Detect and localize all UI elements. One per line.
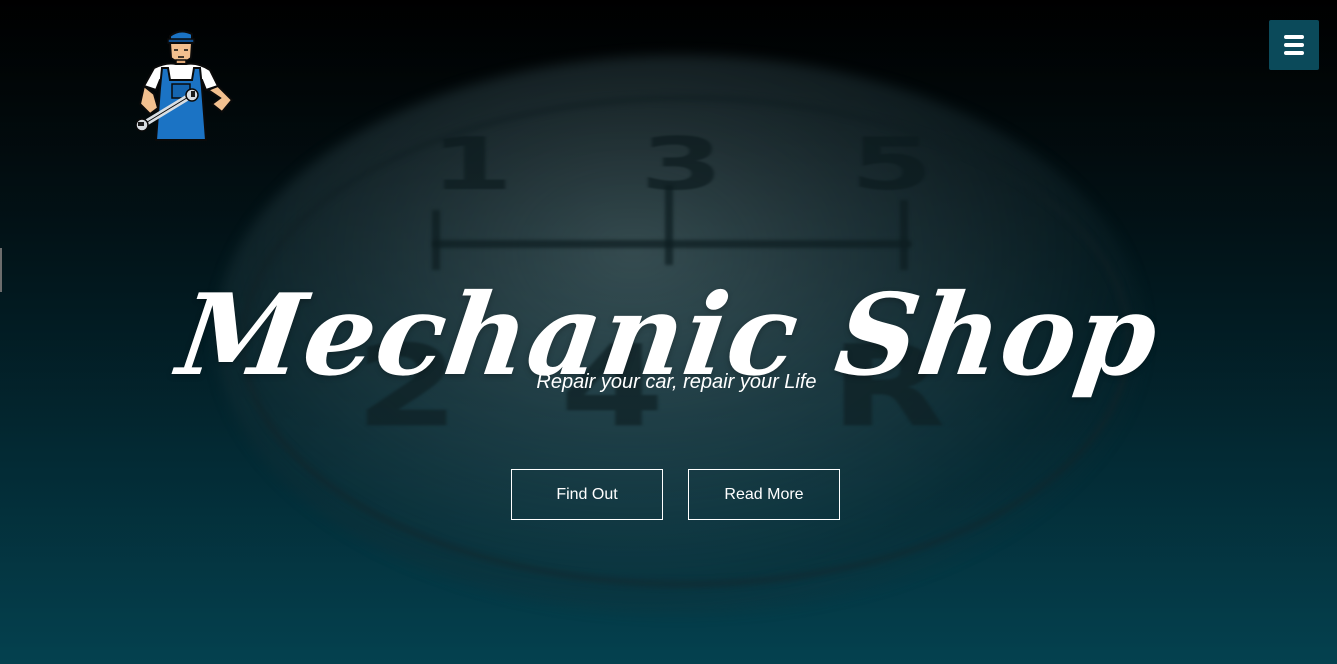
scroll-edge [0,248,2,292]
find-out-button[interactable]: Find Out [511,469,663,520]
menu-button[interactable] [1269,20,1319,70]
hamburger-menu-icon [1284,51,1304,55]
hero-tagline: Repair your car, repair your Life [536,371,817,393]
read-more-button[interactable]: Read More [688,469,840,520]
mechanic-with-wrench-icon [135,30,234,141]
hamburger-menu-icon [1284,35,1304,39]
hero-section: 1 3 5 2 4 R [0,0,1337,664]
hamburger-menu-icon [1284,43,1304,47]
mechanic-logo-icon[interactable] [135,28,238,142]
